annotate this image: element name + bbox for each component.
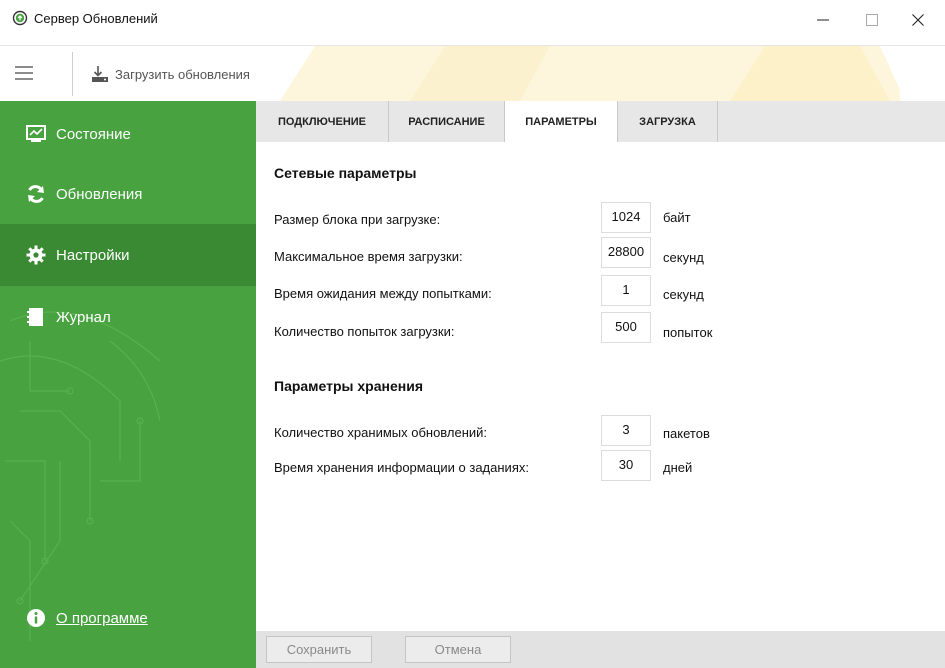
max-download-time-input[interactable]: 28800: [601, 237, 651, 268]
maximize-icon: [866, 14, 878, 26]
stored-updates-input[interactable]: 3: [601, 415, 651, 446]
sidebar-item-settings[interactable]: Настройки: [0, 224, 256, 286]
toolbar: Загрузить обновления: [0, 46, 945, 101]
refresh-icon: [28, 185, 44, 203]
block-size-unit: байт: [663, 210, 691, 225]
sidebar: Состояние Обновления Настройки Журнал О …: [0, 101, 256, 668]
toolbar-separator: [72, 52, 73, 96]
retry-wait-unit: секунд: [663, 287, 704, 302]
tab-label: РАСПИСАНИЕ: [408, 115, 485, 128]
tab-connection[interactable]: ПОДКЛЮЧЕНИЕ: [256, 101, 389, 142]
journal-icon: [27, 308, 43, 326]
tab-label: ЗАГРУЗКА: [639, 115, 696, 128]
hamburger-menu-button[interactable]: [8, 57, 40, 89]
hamburger-icon: [15, 66, 33, 80]
retry-wait-input[interactable]: 1: [601, 275, 651, 306]
sidebar-item-label: Журнал: [56, 308, 111, 326]
max-download-time-label: Максимальное время загрузки:: [274, 249, 463, 264]
storage-section-title: Параметры хранения: [274, 378, 423, 394]
gear-icon: [26, 245, 46, 265]
about-link-label: О программе: [56, 609, 148, 627]
tab-bar: ПОДКЛЮЧЕНИЕ РАСПИСАНИЕ ПАРАМЕТРЫ ЗАГРУЗК…: [256, 101, 945, 143]
tab-parameters[interactable]: ПАРАМЕТРЫ: [505, 101, 618, 143]
block-size-input[interactable]: 1024: [601, 202, 651, 233]
retry-wait-label: Время ожидания между попытками:: [274, 286, 492, 301]
sidebar-item-label: Состояние: [56, 125, 131, 143]
sidebar-item-status[interactable]: Состояние: [0, 103, 256, 165]
block-size-label: Размер блока при загрузке:: [274, 212, 441, 227]
about-link[interactable]: О программе: [26, 608, 148, 628]
tab-download[interactable]: ЗАГРУЗКА: [618, 101, 718, 142]
sidebar-item-label: Настройки: [56, 246, 130, 264]
sidebar-item-label: Обновления: [56, 185, 143, 203]
tab-label: ПОДКЛЮЧЕНИЕ: [277, 115, 367, 128]
settings-panel: Сетевые параметры Размер блока при загру…: [256, 142, 945, 631]
monitor-icon: [26, 125, 46, 142]
footer-bar: Сохранить Отмена: [256, 631, 945, 668]
sidebar-item-updates[interactable]: Обновления: [0, 163, 256, 225]
stored-updates-unit: пакетов: [663, 426, 710, 441]
task-info-retention-input[interactable]: 30: [601, 450, 651, 481]
task-info-retention-label: Время хранения информации о заданиях:: [274, 460, 529, 475]
save-button[interactable]: Сохранить: [266, 636, 372, 663]
info-icon: [27, 609, 45, 627]
close-button[interactable]: [901, 6, 935, 34]
tab-label: ПАРАМЕТРЫ: [525, 116, 597, 128]
retry-count-input[interactable]: 500: [601, 312, 651, 343]
title-bar: Сервер Обновлений: [0, 0, 945, 46]
window-title: Сервер Обновлений: [34, 11, 158, 26]
retry-count-unit: попыток: [663, 325, 713, 340]
toolbar-decoration: [280, 46, 900, 101]
download-icon: [92, 66, 108, 82]
max-download-time-unit: секунд: [663, 250, 704, 265]
minimize-button[interactable]: [806, 6, 840, 34]
close-icon: [912, 14, 924, 26]
retry-count-label: Количество попыток загрузки:: [274, 324, 455, 339]
load-updates-button[interactable]: Загрузить обновления: [90, 64, 250, 84]
save-button-label: Сохранить: [286, 642, 352, 657]
stored-updates-label: Количество хранимых обновлений:: [274, 425, 488, 440]
maximize-button[interactable]: [855, 6, 889, 34]
cancel-button[interactable]: Отмена: [405, 636, 511, 663]
minimize-icon: [817, 19, 829, 21]
load-updates-label: Загрузить обновления: [115, 66, 250, 82]
network-section-title: Сетевые параметры: [274, 165, 417, 181]
tab-schedule[interactable]: РАСПИСАНИЕ: [389, 101, 505, 142]
task-info-retention-unit: дней: [663, 460, 693, 475]
cancel-button-label: Отмена: [434, 642, 482, 657]
sidebar-item-journal[interactable]: Журнал: [0, 286, 256, 348]
app-logo-icon: [12, 10, 28, 26]
